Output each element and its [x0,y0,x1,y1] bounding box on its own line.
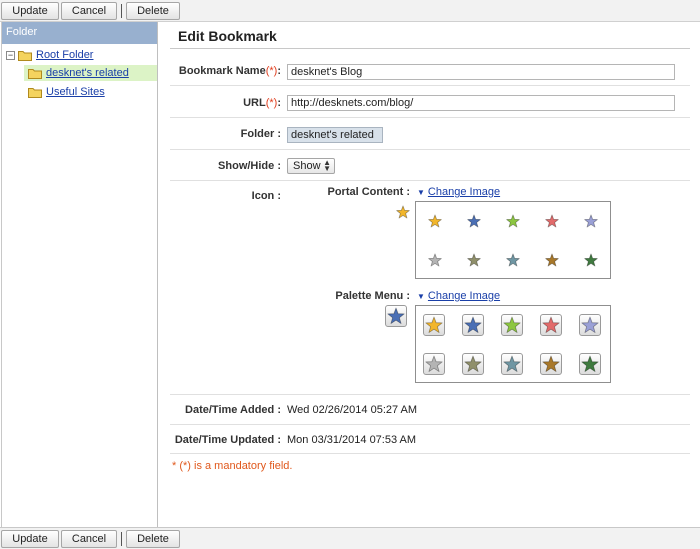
palette-star-option-icon[interactable] [423,353,445,375]
portal-star-option-icon[interactable] [584,214,598,228]
portal-selected-star-icon [396,205,410,219]
date-updated-label: Date/Time Updated : [174,434,281,446]
bookmark-name-label: Bookmark Name(*): [179,65,281,77]
palette-star-option-icon[interactable] [540,353,562,375]
show-hide-label: Show/Hide : [218,160,281,172]
palette-star-option-icon[interactable] [423,314,445,336]
folder-icon [28,68,42,79]
label-colon: : [277,65,281,77]
portal-star-option-icon[interactable] [467,253,481,267]
select-value: Show [293,160,321,172]
portal-star-option-icon[interactable] [428,214,442,228]
update-button[interactable]: Update [1,529,59,548]
folder-label: Folder : [240,128,281,140]
required-mark: (*) [265,65,278,77]
show-hide-select[interactable]: Show ▲ ▼ [287,158,335,174]
date-updated-value: Mon 03/31/2014 07:53 AM [287,434,417,446]
folder-value: desknet's related [287,127,383,143]
icon-label: Icon : [251,190,281,202]
portal-content-label: Portal Content : [327,186,411,198]
palette-menu-label: Palette Menu : [335,290,410,302]
palette-icon-panel [415,305,611,383]
bottom-toolbar: Update Cancel Delete [0,527,700,549]
palette-star-option-icon[interactable] [501,314,523,336]
palette-star-option-icon[interactable] [501,353,523,375]
portal-star-option-icon[interactable] [545,214,559,228]
divider [170,117,690,118]
folder-icon [18,50,32,61]
tree-item-label[interactable]: Useful Sites [46,86,105,98]
divider [170,424,690,425]
url-label: URL(*): [243,97,281,109]
tree-item-root-folder[interactable]: − Root Folder [6,47,93,63]
tree-item-label[interactable]: Root Folder [36,49,93,61]
dropdown-arrow-icon: ▼ [417,187,425,197]
divider [170,85,690,86]
label-text: URL [243,97,266,109]
portal-star-option-icon[interactable] [506,253,520,267]
delete-button[interactable]: Delete [126,529,180,548]
required-mark: (*) [265,97,278,109]
select-arrows-icon: ▲ ▼ [323,158,331,173]
portal-star-option-icon[interactable] [428,253,442,267]
edit-bookmark-form: Edit Bookmark Bookmark Name(*): URL(*): … [159,22,697,527]
bookmark-name-input[interactable] [287,64,675,80]
palette-star-option-icon[interactable] [462,353,484,375]
palette-change-image[interactable]: ▼ Change Image [417,290,500,302]
top-toolbar: Update Cancel Delete [0,0,700,22]
divider [170,453,690,454]
page-title: Edit Bookmark [178,28,277,44]
divider [170,180,690,181]
palette-star-option-icon[interactable] [462,314,484,336]
palette-star-option-icon[interactable] [579,353,601,375]
toolbar-separator [121,3,122,18]
delete-button[interactable]: Delete [126,1,180,20]
date-added-value: Wed 02/26/2014 05:27 AM [287,404,418,416]
sidebar-header: Folder [2,22,157,44]
portal-star-option-icon[interactable] [506,214,520,228]
divider [170,394,690,395]
palette-selected-star-icon [385,305,407,327]
mandatory-note: * (*) is a mandatory field. [172,460,293,472]
url-input[interactable] [287,95,675,111]
date-added-label: Date/Time Added : [185,404,281,416]
tree-item-useful-sites[interactable]: Useful Sites [28,84,105,100]
divider [170,149,690,150]
portal-change-image[interactable]: ▼ Change Image [417,186,500,198]
toolbar-separator [121,531,122,546]
label-colon: : [277,97,281,109]
update-button[interactable]: Update [1,1,59,20]
cancel-button[interactable]: Cancel [61,1,117,20]
palette-star-option-icon[interactable] [579,314,601,336]
tree-item-desknets-related[interactable]: desknet's related [24,65,157,81]
palette-star-option-icon[interactable] [540,314,562,336]
collapse-icon[interactable]: − [6,50,15,60]
divider [170,48,690,49]
dropdown-arrow-icon: ▼ [417,291,425,301]
change-image-link[interactable]: Change Image [428,186,500,198]
portal-star-option-icon[interactable] [545,253,559,267]
folder-icon [28,87,42,98]
change-image-link[interactable]: Change Image [428,290,500,302]
label-text: Bookmark Name [178,65,266,77]
portal-star-option-icon[interactable] [467,214,481,228]
folder-sidebar: Folder − Root Folder desknet's related U… [1,22,158,527]
portal-icon-panel [415,201,611,279]
cancel-button[interactable]: Cancel [61,529,117,548]
portal-star-option-icon[interactable] [584,253,598,267]
tree-item-label[interactable]: desknet's related [46,67,129,79]
